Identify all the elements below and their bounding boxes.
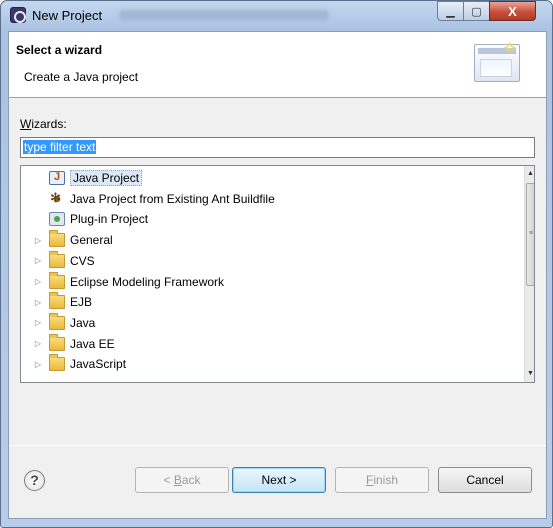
tree-item[interactable]: ▷ Eclipse Modeling Framework [21,271,516,292]
scroll-up-arrow-icon[interactable]: ▲ [525,166,534,182]
footer-separator [9,445,546,446]
expand-arrow-icon[interactable]: ▷ [31,360,45,369]
tree-item-label: Java Project from Existing Ant Buildfile [70,191,275,206]
expand-arrow-icon[interactable]: ▷ [31,318,45,327]
close-button[interactable]: X [489,1,536,21]
expand-arrow-icon[interactable]: ▷ [31,277,45,286]
header-description: Create a Java project [24,70,139,84]
tree-item[interactable]: ▷ JavaScript [21,354,516,374]
back-button[interactable]: < Back [135,467,229,493]
expand-arrow-icon[interactable]: ▷ [31,256,45,265]
tree-item-label: Eclipse Modeling Framework [70,274,225,289]
folder-icon [49,333,65,351]
maximize-button[interactable]: ▢ [463,1,490,21]
filter-input-text: type filter text [23,140,97,154]
back-button-mnemonic: B [173,473,182,487]
tree-item[interactable]: ▷ EJB [21,292,516,312]
folder-icon [49,354,65,372]
title-bar[interactable]: New Project ▁ ▢ X [1,1,552,31]
tree-item-label: General [70,233,113,248]
filter-input[interactable]: type filter text [20,137,535,158]
finish-button[interactable]: Finish [335,467,429,493]
cancel-button[interactable]: Cancel [438,467,532,493]
tree-item-label: Plug-in Project [70,212,149,227]
help-icon[interactable]: ? [24,470,45,491]
tree-item-label: CVS [70,253,95,268]
header-title: Select a wizard [16,43,103,57]
tree-item[interactable]: ▷ General [21,230,516,250]
tree-item-label: EJB [70,295,93,310]
dialog-client: Select a wizard Create a Java project ✧ … [8,31,547,519]
scroll-down-arrow-icon[interactable]: ▼ [525,366,534,382]
wizards-label-text: izards: [31,117,67,131]
plugin-project-icon [49,212,65,227]
wizard-header: Select a wizard Create a Java project ✧ [9,32,546,98]
tree-item-label: Java Project [70,170,143,186]
tree-item[interactable]: Plug-in Project [21,209,516,229]
next-button[interactable]: Next > [232,467,326,493]
expand-arrow-icon[interactable]: ▷ [31,298,45,307]
tree-item[interactable]: Java Project [21,168,516,188]
expand-arrow-icon[interactable]: ▷ [31,339,45,348]
folder-icon [49,312,65,330]
tree-item-label: Java [70,315,96,330]
scroll-grip-icon: ≡ [529,230,534,237]
tree-item-label: JavaScript [70,357,127,372]
wizards-label-mnemonic: W [20,117,32,131]
tree-item-label: Java EE [70,336,115,351]
new-project-window: New Project ▁ ▢ X Select a wizard Create… [0,0,553,528]
expand-arrow-icon[interactable]: ▷ [31,236,45,245]
tree-item[interactable]: ▷ Java EE [21,333,516,354]
finish-button-rest: inish [373,473,399,487]
scroll-thumb[interactable]: ≡ [526,183,534,286]
back-button-prefix: < [163,473,174,487]
sparkle-icon: ✧ [502,38,518,58]
tree-item[interactable]: Java Project from Existing Ant Buildfile [21,189,516,209]
wizards-label: Wizards: [20,117,67,131]
folder-icon [49,271,65,289]
eclipse-icon [10,7,26,23]
folder-icon [49,250,65,268]
window-title: New Project [32,8,103,23]
title-blur [119,10,329,20]
java-project-icon [49,171,65,185]
tree-item[interactable]: ▷ CVS [21,250,516,271]
folder-icon [49,292,65,310]
folder-icon [49,230,65,248]
tree-item[interactable]: ▷ Java [21,312,516,333]
ant-icon [49,190,65,206]
wizard-tree[interactable]: ▷ JavaScript ▷ Java EE ▷ Java ▷ EJB ▷ Eclipse Mod… [20,165,535,383]
minimize-button[interactable]: ▁ [437,1,464,21]
back-button-rest: ack [181,473,201,487]
tree-scrollbar[interactable]: ▲ ≡ ▼ [524,166,534,382]
